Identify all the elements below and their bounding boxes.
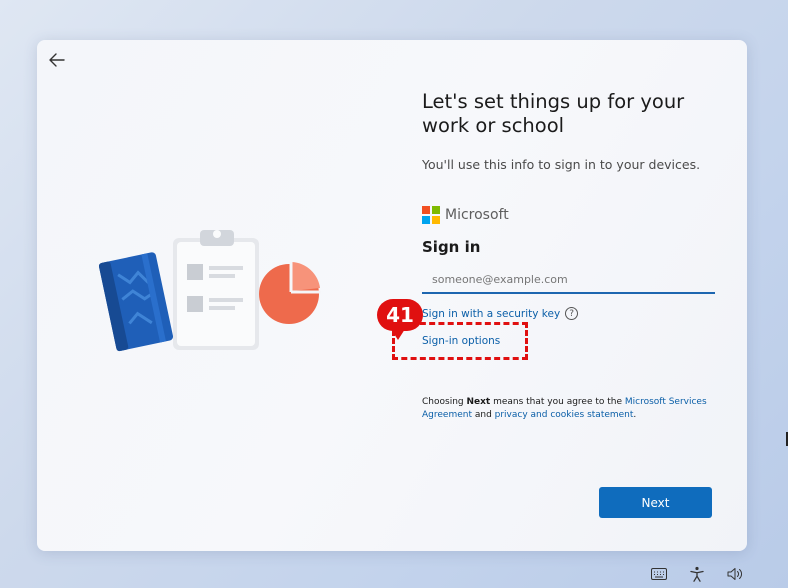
setup-dialog: Let's set things up for your work or sch… bbox=[37, 40, 747, 551]
terms-text: Choosing Next means that you agree to th… bbox=[422, 396, 712, 422]
brand-name: Microsoft bbox=[445, 207, 509, 223]
microsoft-logo-icon bbox=[422, 206, 440, 224]
pie-chart-graphic bbox=[259, 262, 321, 324]
system-tray bbox=[650, 565, 744, 583]
back-arrow-icon bbox=[49, 53, 65, 67]
signin-heading: Sign in bbox=[422, 238, 481, 256]
page-title: Let's set things up for your work or sch… bbox=[422, 90, 685, 137]
security-key-label: Sign in with a security key bbox=[422, 307, 561, 320]
terms-and: and bbox=[471, 410, 495, 420]
terms-bold: Next bbox=[466, 397, 491, 407]
clipboard-graphic bbox=[173, 230, 259, 350]
microsoft-logo: Microsoft bbox=[422, 206, 509, 224]
email-input[interactable] bbox=[422, 267, 715, 294]
back-button[interactable] bbox=[45, 49, 69, 71]
keyboard-icon[interactable] bbox=[650, 565, 668, 583]
volume-icon[interactable] bbox=[726, 565, 744, 583]
annotation-step-badge: 41 bbox=[377, 299, 423, 340]
terms-suffix: . bbox=[633, 410, 637, 420]
notebook-graphic bbox=[99, 252, 174, 352]
security-key-link[interactable]: Sign in with a security key ? bbox=[422, 307, 579, 320]
question-circle-icon[interactable]: ? bbox=[565, 307, 579, 320]
page-subtitle: You'll use this info to sign in to your … bbox=[422, 157, 701, 172]
terms-prefix: Choosing bbox=[422, 397, 467, 407]
accessibility-icon[interactable] bbox=[688, 565, 706, 583]
setup-illustration bbox=[99, 230, 321, 352]
terms-middle: means that you agree to the bbox=[490, 397, 625, 407]
next-button[interactable]: Next bbox=[599, 487, 712, 518]
privacy-statement-link[interactable]: privacy and cookies statement bbox=[495, 410, 634, 420]
